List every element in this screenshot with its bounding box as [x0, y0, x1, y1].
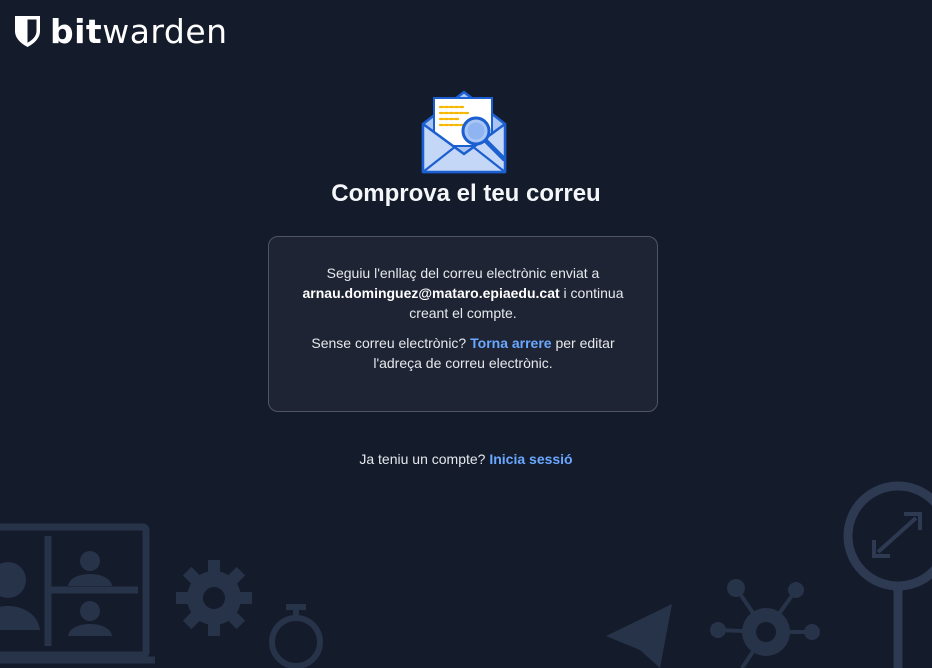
check-email-card: Seguiu l'enllaç del correu electrònic en… — [268, 236, 658, 412]
page-title: Comprova el teu correu — [331, 180, 601, 207]
bitwarden-logo: bitwarden — [14, 14, 228, 48]
brand-wordmark: bitwarden — [50, 11, 228, 51]
envelope-magnifier-icon — [421, 90, 507, 174]
instructions-prefix: Seguiu l'enllaç del correu electrònic en… — [326, 265, 600, 281]
bitwarden-shield-icon — [15, 15, 40, 47]
gear-icon — [176, 560, 252, 636]
login-prompt: Ja teniu un compte? Inicia sessió — [0, 449, 932, 469]
go-back-link[interactable]: Torna arrere — [470, 335, 551, 351]
no-email-text: Sense correu electrònic? Torna arrere pe… — [299, 333, 627, 373]
login-prompt-text: Ja teniu un compte? — [359, 451, 486, 467]
instructions-text: Seguiu l'enllaç del correu electrònic en… — [299, 263, 627, 323]
email-address: arnau.dominguez@mataro.epiaedu.cat — [302, 285, 560, 301]
background-illustration — [0, 481, 932, 668]
no-email-prefix: Sense correu electrònic? — [311, 335, 467, 351]
login-link[interactable]: Inicia sessió — [489, 451, 572, 467]
registration-page: bitwarden Comprova el teu correu Seguiu … — [0, 0, 932, 668]
